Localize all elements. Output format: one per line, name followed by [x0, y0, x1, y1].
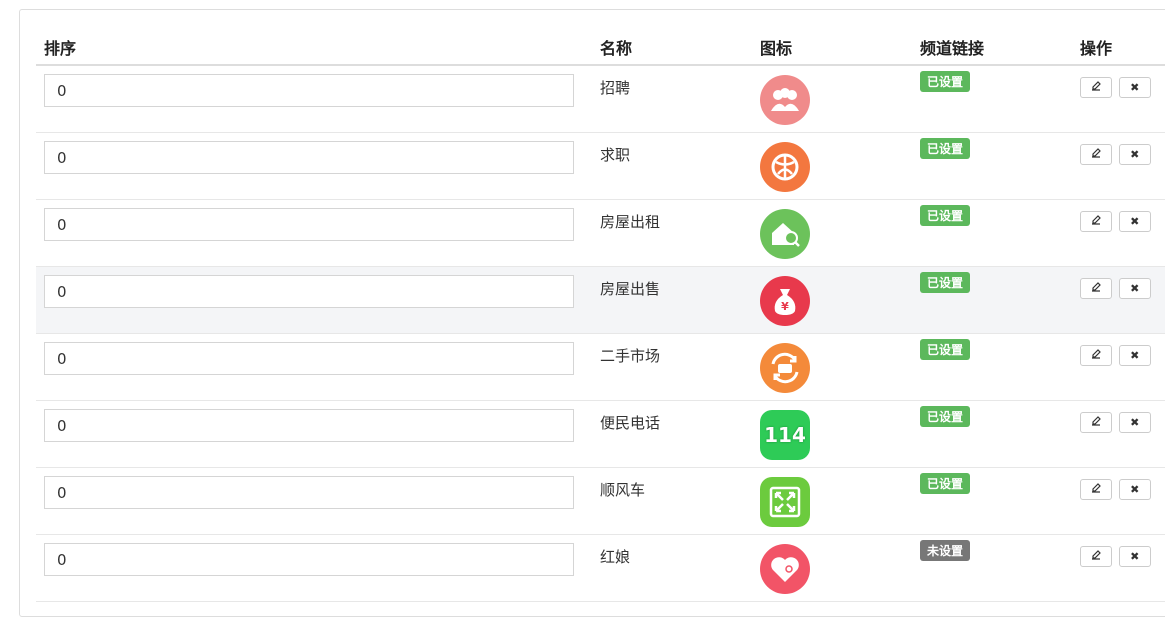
delete-button[interactable]: ✖	[1118, 412, 1151, 433]
edit-button[interactable]	[1080, 546, 1112, 567]
carpool-icon	[760, 477, 810, 527]
status-badge: 已设置	[920, 205, 971, 226]
table-row: 求职 已设置 ✖	[36, 132, 1165, 200]
channel-panel: 排序 名称 图标 频道链接 操作 招聘 已设置 ✖	[19, 9, 1165, 617]
edit-icon	[1091, 550, 1101, 560]
status-badge: 已设置	[920, 339, 971, 360]
edit-button[interactable]	[1080, 211, 1112, 232]
svg-text:¥: ¥	[781, 300, 789, 313]
channel-name: 房屋出租	[600, 213, 661, 231]
table-row: 二手市场 已设置 ✖	[36, 333, 1165, 401]
delete-button[interactable]: ✖	[1118, 77, 1151, 98]
status-badge: 未设置	[920, 540, 971, 561]
sort-order-input[interactable]	[44, 476, 574, 509]
status-badge: 已设置	[920, 138, 971, 159]
matchmaker-icon	[760, 544, 810, 594]
delete-icon: ✖	[1130, 349, 1140, 362]
delete-button[interactable]: ✖	[1118, 479, 1151, 500]
edit-icon	[1091, 215, 1101, 225]
channel-name: 求职	[600, 146, 631, 164]
delete-icon: ✖	[1130, 81, 1140, 94]
channel-name: 红娘	[600, 548, 631, 566]
sort-order-input[interactable]	[44, 543, 574, 576]
channel-table: 排序 名称 图标 频道链接 操作 招聘 已设置 ✖	[36, 30, 1165, 602]
column-header-link: 频道链接	[912, 30, 1072, 66]
edit-icon	[1091, 282, 1101, 292]
channel-name: 顺风车	[600, 481, 646, 499]
status-badge: 已设置	[920, 473, 971, 494]
column-header-order[interactable]: 排序	[36, 30, 592, 66]
edit-button[interactable]	[1080, 144, 1112, 165]
sort-order-input[interactable]	[44, 342, 574, 375]
edit-button[interactable]	[1080, 479, 1112, 500]
table-row: 便民电话 114 已设置 ✖	[36, 400, 1165, 468]
channel-name: 便民电话	[600, 414, 661, 432]
delete-icon: ✖	[1130, 550, 1140, 563]
table-row: 顺风车 已设置 ✖	[36, 467, 1165, 535]
table-header-row: 排序 名称 图标 频道链接 操作	[36, 30, 1165, 66]
delete-icon: ✖	[1130, 483, 1140, 496]
edit-button[interactable]	[1080, 412, 1112, 433]
delete-icon: ✖	[1130, 215, 1140, 228]
sort-order-input[interactable]	[44, 74, 574, 107]
status-badge: 已设置	[920, 71, 971, 92]
channel-name: 二手市场	[600, 347, 661, 365]
status-badge: 已设置	[920, 272, 971, 293]
delete-button[interactable]: ✖	[1118, 278, 1151, 299]
table-row: 房屋出租 已设置 ✖	[36, 199, 1165, 267]
edit-icon	[1091, 349, 1101, 359]
table-row: 招聘 已设置 ✖	[36, 65, 1165, 133]
phone-114-icon: 114	[760, 410, 810, 460]
sort-order-input[interactable]	[44, 275, 574, 308]
column-header-icon: 图标	[752, 30, 912, 66]
channel-name: 招聘	[600, 79, 631, 97]
delete-button[interactable]: ✖	[1118, 546, 1151, 567]
edit-icon	[1091, 148, 1101, 158]
edit-button[interactable]	[1080, 345, 1112, 366]
sort-order-input[interactable]	[44, 208, 574, 241]
recruit-icon	[760, 75, 810, 125]
table-body: 招聘 已设置 ✖ 求职 已设置 ✖	[36, 65, 1165, 602]
delete-button[interactable]: ✖	[1118, 211, 1151, 232]
delete-button[interactable]: ✖	[1118, 144, 1151, 165]
job-search-icon	[760, 142, 810, 192]
house-rent-icon	[760, 209, 810, 259]
sort-order-input[interactable]	[44, 141, 574, 174]
channel-name: 房屋出售	[600, 280, 661, 298]
table-row: 房屋出售 ¥ 已设置 ✖	[36, 266, 1165, 334]
column-header-action: 操作	[1072, 30, 1165, 66]
delete-button[interactable]: ✖	[1118, 345, 1151, 366]
second-hand-market-icon	[760, 343, 810, 393]
sort-order-input[interactable]	[44, 409, 574, 442]
delete-icon: ✖	[1130, 282, 1140, 295]
edit-button[interactable]	[1080, 77, 1112, 98]
delete-icon: ✖	[1130, 148, 1140, 161]
status-badge: 已设置	[920, 406, 971, 427]
house-sale-icon: ¥	[760, 276, 810, 326]
edit-button[interactable]	[1080, 278, 1112, 299]
edit-icon	[1091, 416, 1101, 426]
table-row: 红娘 未设置 ✖	[36, 534, 1165, 602]
column-header-name: 名称	[592, 30, 752, 66]
edit-icon	[1091, 483, 1101, 493]
delete-icon: ✖	[1130, 416, 1140, 429]
edit-icon	[1091, 81, 1101, 91]
